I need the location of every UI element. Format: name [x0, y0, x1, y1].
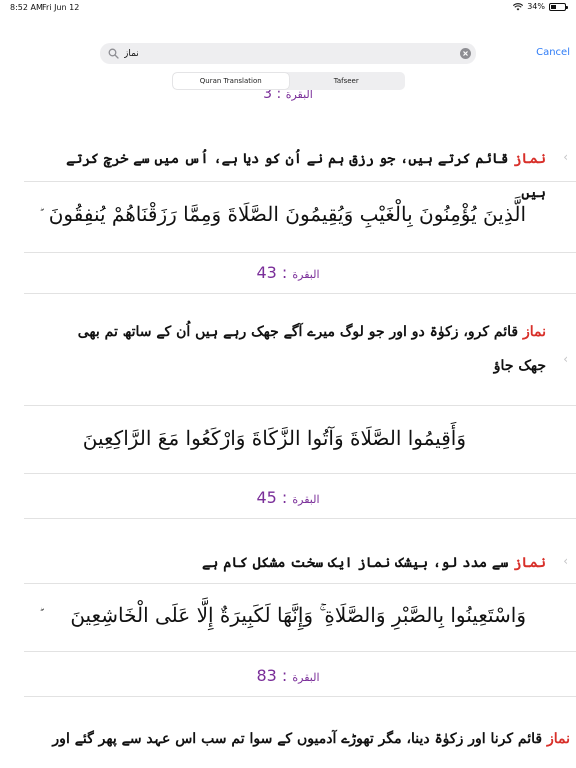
- verse-reference: البقرة : 43: [0, 263, 576, 282]
- tab-tafseer[interactable]: Tafseer: [289, 73, 405, 89]
- divider: [24, 583, 576, 584]
- divider: [24, 696, 576, 697]
- verse-reference: البقرة : 3: [0, 90, 576, 102]
- divider: [24, 473, 576, 474]
- sura-name: البقرة: [285, 90, 313, 101]
- translation-text: نماز قائم کرو، زکوٰۃ دو اور جو لوگ میرے …: [46, 315, 546, 383]
- translation-body: سے مدد لو، بیشک نماز ایک سخت مشکل کام ہے: [201, 555, 514, 571]
- sura-name: البقرة: [292, 493, 320, 506]
- translation-text: نماز قائم کرتے ہیں، جو رزق ہم نے اُن کو …: [46, 142, 546, 210]
- battery-icon: [549, 2, 568, 11]
- cancel-button[interactable]: Cancel: [536, 47, 570, 58]
- chevron-right-icon[interactable]: ‹: [563, 150, 568, 164]
- search-icon: [108, 48, 119, 59]
- verse-number: 45: [256, 488, 277, 507]
- status-right: 34%: [513, 2, 568, 11]
- tab-quran-translation[interactable]: Quran Translation: [173, 73, 289, 89]
- status-time: 8:52 AM: [10, 3, 43, 12]
- divider: [24, 518, 576, 519]
- sura-name: البقرة: [292, 268, 320, 281]
- results-list: البقرة : 3 نماز قائم کرتے ہیں، جو رزق ہم…: [0, 90, 576, 768]
- status-bar: 8:52 AM Fri Jun 12 34%: [0, 0, 576, 16]
- search-keyword: نماز: [513, 555, 546, 571]
- translation-text: نماز سے مدد لو، بیشک نماز ایک سخت مشکل ک…: [46, 546, 546, 580]
- search-bar[interactable]: [100, 43, 476, 64]
- translation-body: قائم کرو، زکوٰۃ دو اور جو لوگ میرے آگے ج…: [77, 324, 546, 374]
- translation-body: قائم کرنا اور زکوٰۃ دینا، مگر تھوڑے آدمی…: [52, 731, 547, 747]
- divider: [24, 651, 576, 652]
- divider: [24, 252, 576, 253]
- verse-number: 83: [256, 666, 277, 685]
- verse-number: 3: [263, 90, 273, 102]
- translation-text: نماز قائم کرنا اور زکوٰۃ دینا، مگر تھوڑے…: [10, 722, 570, 756]
- translation-body: قائم کرتے ہیں، جو رزق ہم نے اُن کو دیا ہ…: [66, 151, 546, 201]
- verse-number: 43: [256, 263, 277, 282]
- segmented-control: Quran Translation Tafseer: [172, 72, 405, 90]
- divider: [24, 405, 576, 406]
- battery-percent: 34%: [527, 2, 545, 11]
- wifi-icon: [513, 2, 524, 10]
- arabic-verse: وَاسْتَعِينُوا بِالصَّبْرِ وَالصَّلَاةِ …: [70, 603, 526, 627]
- search-keyword: نماز: [546, 731, 570, 747]
- sura-name: البقرة: [292, 671, 320, 684]
- search-keyword: نماز: [522, 324, 546, 340]
- search-input[interactable]: [124, 45, 444, 62]
- verse-reference: البقرة : 83: [0, 666, 576, 685]
- verse-reference: البقرة : 45: [0, 488, 576, 507]
- ref-separator: :: [276, 488, 293, 507]
- clear-search-icon[interactable]: [460, 48, 471, 59]
- arabic-verse: الَّذِينَ يُؤْمِنُونَ بِالْغَيْبِ وَيُقِ…: [48, 202, 526, 226]
- divider: [24, 181, 576, 182]
- ref-separator: :: [272, 90, 286, 102]
- ref-separator: :: [276, 666, 293, 685]
- chevron-right-icon[interactable]: ‹: [563, 352, 568, 366]
- status-date: Fri Jun 12: [42, 3, 80, 12]
- arabic-verse: وَأَقِيمُوا الصَّلَاةَ وَآتُوا الزَّكَاة…: [82, 426, 466, 450]
- ref-separator: :: [276, 263, 293, 282]
- chevron-right-icon[interactable]: ‹: [563, 554, 568, 568]
- divider: [24, 293, 576, 294]
- search-keyword: نماز: [513, 151, 546, 167]
